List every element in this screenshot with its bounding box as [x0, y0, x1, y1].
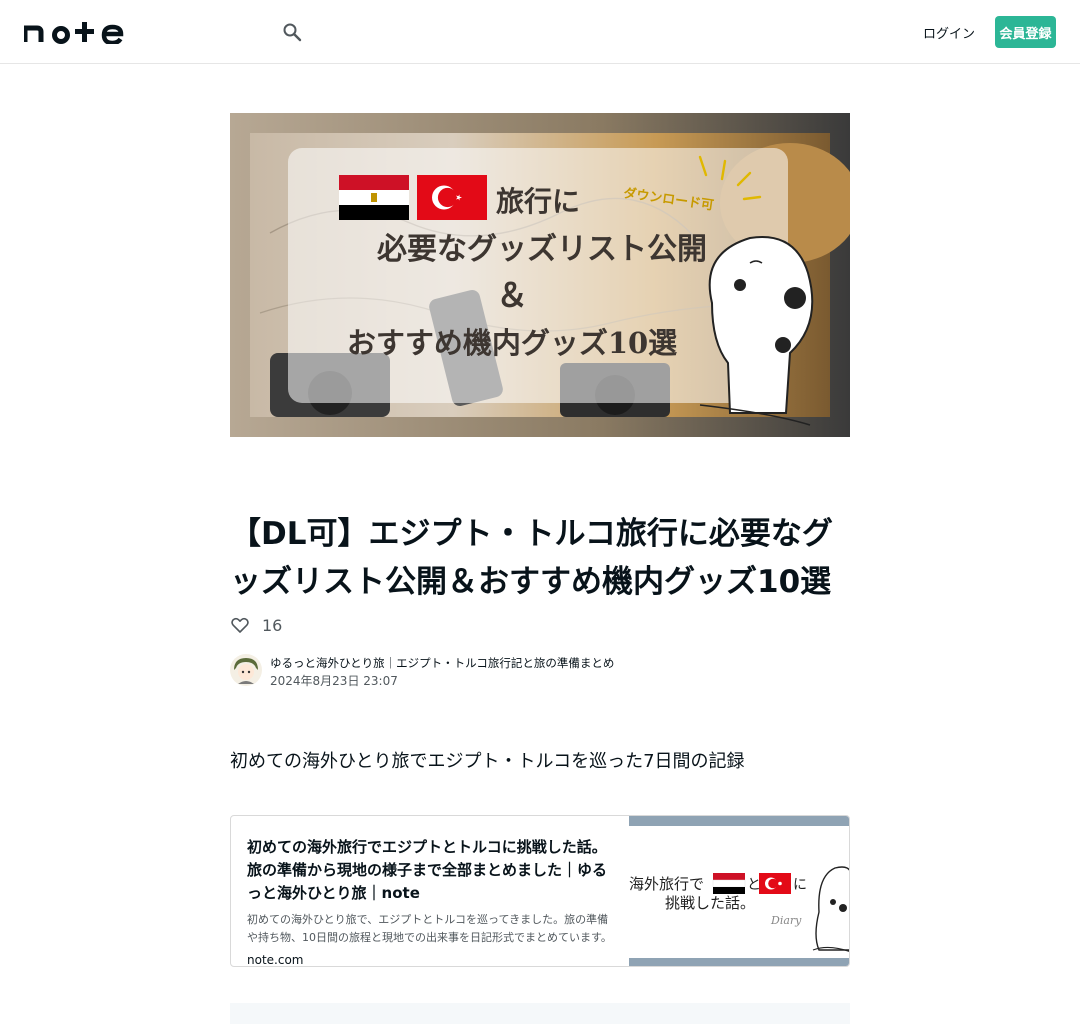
article-lead-paragraph: 初めての海外ひとり旅でエジプト・トルコを巡った7日間の記録	[230, 751, 745, 772]
svg-text:に: に	[793, 877, 807, 893]
egypt-flag-icon	[339, 175, 409, 220]
svg-text:旅行に: 旅行に	[496, 185, 580, 218]
svg-text:おすすめ機内グッズ10選: おすすめ機内グッズ10選	[347, 326, 677, 360]
heart-icon	[231, 617, 249, 633]
post-date: 2024年8月23日 23:07	[270, 674, 398, 688]
egypt-flag-icon	[712, 873, 746, 894]
svg-text:と: と	[747, 877, 761, 893]
login-link[interactable]: ログイン	[922, 16, 976, 48]
site-header: ログイン 会員登録	[0, 0, 1080, 64]
svg-text:海外旅行で: 海外旅行で	[629, 875, 704, 893]
signup-button[interactable]: 会員登録	[995, 16, 1056, 48]
svg-text:挑戦した話。: 挑戦した話。	[665, 894, 755, 912]
eyecatch-image: 旅行に ダウンロード可 必要なグッズリスト公開 ＆ おすすめ機内グッズ10選	[230, 113, 850, 437]
like-count: 16	[262, 615, 283, 635]
search-icon	[283, 23, 302, 42]
note-logo[interactable]	[22, 20, 124, 46]
embed-host: note.com	[247, 953, 304, 967]
next-content-block	[230, 1003, 850, 1024]
like-area: 16	[230, 612, 282, 638]
turkey-flag-icon	[759, 873, 791, 894]
svg-text:＆: ＆	[496, 276, 528, 314]
svg-text:Diary: Diary	[770, 914, 802, 927]
embed-thumbnail: 海外旅行で と に 挑戦した話。 Diary	[629, 816, 849, 966]
turkey-flag-icon	[417, 175, 487, 220]
embed-description: 初めての海外ひとり旅で、エジプトとトルコを巡ってきました。旅の準備や持ち物、10…	[247, 913, 612, 944]
author-meta: ゆるっと海外ひとり旅｜エジプト・トルコ旅行記と旅の準備まとめ 2024年8月23…	[270, 654, 614, 688]
author-avatar[interactable]	[230, 654, 262, 686]
embed-link-card[interactable]: 初めての海外旅行でエジプトとトルコに挑戦した話。旅の準備から現地の様子まで全部ま…	[230, 815, 850, 967]
article-title: 【DL可】エジプト・トルコ旅行に必要なグッズリスト公開＆おすすめ機内グッズ10選	[230, 516, 833, 600]
embed-title: 初めての海外旅行でエジプトとトルコに挑戦した話。旅の準備から現地の様子まで全部ま…	[247, 838, 608, 902]
like-button[interactable]	[230, 615, 250, 635]
search-button[interactable]	[278, 18, 306, 46]
author-block: ゆるっと海外ひとり旅｜エジプト・トルコ旅行記と旅の準備まとめ 2024年8月23…	[230, 654, 614, 688]
svg-text:必要なグッズリスト公開: 必要なグッズリスト公開	[377, 232, 707, 267]
embed-text: 初めての海外旅行でエジプトとトルコに挑戦した話。旅の準備から現地の様子まで全部ま…	[247, 836, 617, 967]
author-name[interactable]: ゆるっと海外ひとり旅｜エジプト・トルコ旅行記と旅の準備まとめ	[270, 654, 614, 672]
